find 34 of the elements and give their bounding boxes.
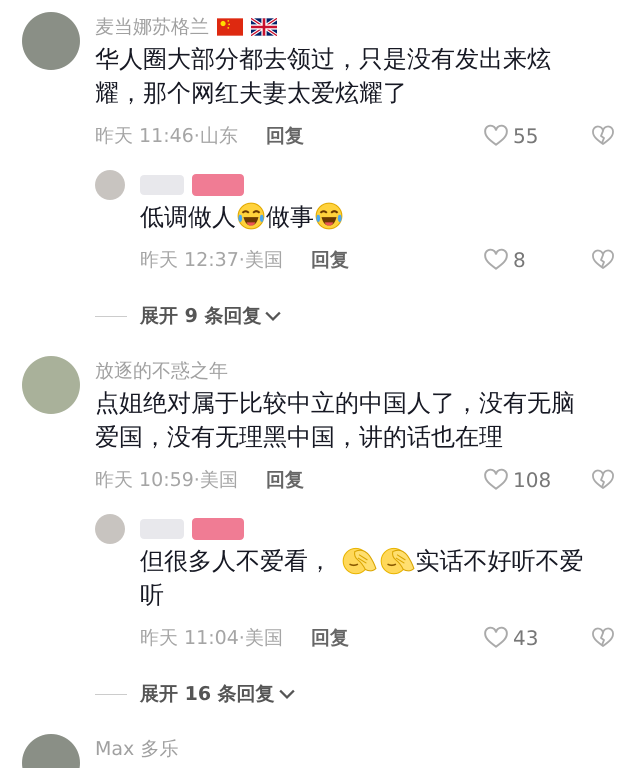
comment-time: 昨天 11:04·美国: [140, 626, 283, 651]
reply-button[interactable]: 回复: [310, 625, 349, 651]
uk-flag-icon: [251, 18, 277, 36]
china-flag-icon: [217, 18, 243, 36]
facepalm-emoji-icon: [378, 545, 416, 575]
laughing-tears-emoji-icon: [314, 201, 344, 231]
comment-text: 华人圈大部分都去领过，只是没有发出来炫耀，那个网红夫妻太爱炫耀了: [95, 44, 552, 109]
chevron-down-icon: [278, 688, 295, 700]
expand-replies-button[interactable]: 展开 16 条回复: [140, 681, 295, 707]
reply-button[interactable]: 回复: [310, 247, 349, 273]
blurred-badge: [192, 174, 244, 196]
reply-text: 但很多人不爱看， 实话不好听不爱听: [140, 544, 585, 611]
blurred-badge: [192, 518, 244, 540]
comment-time: 昨天 11:46·山东: [95, 124, 238, 149]
like-count: 108: [513, 468, 552, 492]
expand-replies-button[interactable]: 展开 9 条回复: [140, 303, 282, 329]
chevron-down-icon: [265, 310, 282, 322]
reply-button[interactable]: 回复: [266, 123, 304, 149]
reply-text: 低调做人 做事: [140, 200, 595, 234]
broken-heart-icon[interactable]: [591, 248, 615, 272]
facepalm-emoji-icon: [340, 545, 378, 575]
comment-time: 昨天 10:59·美国: [95, 468, 238, 493]
blurred-avatar[interactable]: [95, 170, 125, 200]
like-count: 8: [513, 248, 527, 272]
comment-time: 昨天 12:37·美国: [140, 248, 283, 273]
broken-heart-icon[interactable]: [591, 124, 615, 148]
like-count: 43: [513, 626, 540, 650]
blurred-avatar[interactable]: [95, 514, 125, 544]
broken-heart-icon[interactable]: [591, 468, 615, 492]
like-count: 55: [513, 124, 540, 148]
laughing-tears-emoji-icon: [236, 201, 266, 231]
comment-text: 点姐绝对属于比较中立的中国人了，没有无脑爱国，没有无理黑中国，讲的话也在理: [95, 388, 576, 453]
reply-button[interactable]: 回复: [266, 467, 304, 493]
broken-heart-icon[interactable]: [591, 626, 615, 650]
